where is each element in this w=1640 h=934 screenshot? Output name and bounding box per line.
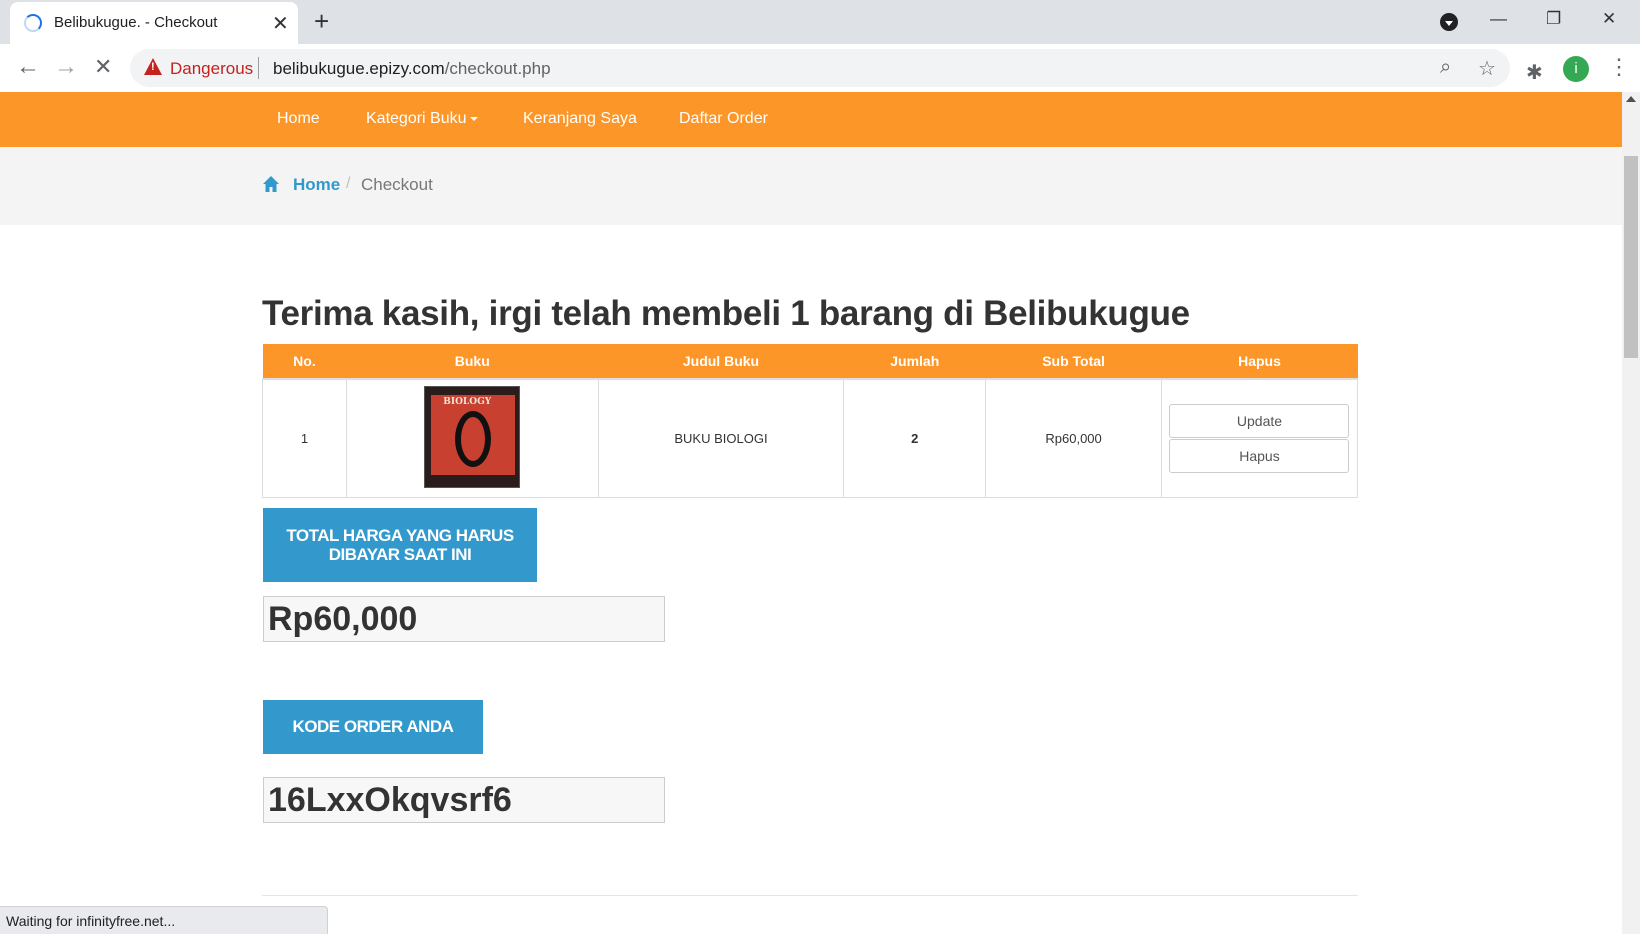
page-title: Terima kasih, irgi telah membeli 1 baran… <box>262 294 1190 333</box>
col-header-buku: Buku <box>346 344 599 378</box>
zoom-icon[interactable]: ⌕ <box>1440 56 1451 79</box>
browser-menu-icon[interactable]: ⋮ <box>1608 54 1630 80</box>
order-code-value: 16LxxOkqvsrf6 <box>263 777 665 823</box>
breadcrumb: Home / Checkout <box>0 147 1622 225</box>
breadcrumb-separator: / <box>346 175 351 192</box>
security-status[interactable]: Dangerous <box>170 59 253 79</box>
book-cover-title: BIOLOGY <box>443 396 492 407</box>
status-bubble: Waiting for infinityfree.net... <box>0 906 328 934</box>
table-row: 1 BIOLOGY BUKU BIOLOGI 2 Rp60,000 Update… <box>262 378 1359 498</box>
breadcrumb-home-link[interactable]: Home <box>293 175 340 195</box>
back-button[interactable]: ← <box>16 53 40 81</box>
url-path: /checkout.php <box>444 59 551 78</box>
col-header-no: No. <box>262 344 347 378</box>
col-header-subtotal: Sub Total <box>985 344 1162 378</box>
nav-home[interactable]: Home <box>277 110 320 128</box>
caret-down-icon <box>469 116 478 121</box>
extensions-icon[interactable]: ✱ <box>1526 60 1543 85</box>
site-navbar: Home Kategori Buku Keranjang Saya Daftar… <box>0 92 1622 147</box>
loading-spinner-icon <box>24 14 42 32</box>
page-viewport: Home Kategori Buku Keranjang Saya Daftar… <box>0 92 1622 934</box>
order-code-label: KODE ORDER ANDA <box>263 700 483 754</box>
col-header-hapus: Hapus <box>1161 344 1358 378</box>
new-tab-button[interactable]: + <box>314 6 329 37</box>
cell-title: BUKU BIOLOGI <box>597 378 845 498</box>
forward-button[interactable]: → <box>54 53 78 81</box>
browser-tab[interactable]: Belibukugue. - Checkout ✕ <box>10 2 298 44</box>
tab-close-icon[interactable]: ✕ <box>272 11 289 36</box>
total-label-line1: TOTAL HARGA YANG HARUS <box>286 526 514 545</box>
scrollbar-thumb[interactable] <box>1624 156 1638 358</box>
cart-table: No. Buku Judul Buku Jumlah Sub Total Hap… <box>262 344 1359 498</box>
total-price-label: TOTAL HARGA YANG HARUS DIBAYAR SAAT INI <box>263 508 537 582</box>
cell-no: 1 <box>262 378 347 498</box>
stop-loading-button[interactable]: ✕ <box>94 54 112 80</box>
warning-icon <box>144 58 162 75</box>
browser-tabstrip: Belibukugue. - Checkout ✕ + — ❐ ✕ <box>0 0 1640 44</box>
nav-kategori-buku[interactable]: Kategori Buku <box>366 110 478 128</box>
cell-actions: Update Hapus <box>1160 378 1359 498</box>
col-header-jumlah: Jumlah <box>843 344 986 378</box>
total-price-value: Rp60,000 <box>263 596 665 642</box>
tab-title: Belibukugue. - Checkout <box>54 14 218 31</box>
cart-header-row: No. Buku Judul Buku Jumlah Sub Total Hap… <box>262 344 1358 378</box>
address-bar[interactable]: Dangerous belibukugue.epizy.com/checkout… <box>130 49 1510 87</box>
cell-subtotal: Rp60,000 <box>985 378 1162 498</box>
scroll-up-arrow-icon[interactable] <box>1626 96 1636 102</box>
page-scrollbar[interactable] <box>1622 92 1640 934</box>
url-text[interactable]: belibukugue.epizy.com/checkout.php <box>273 59 551 79</box>
divider <box>262 895 1358 896</box>
col-header-judul: Judul Buku <box>598 344 844 378</box>
url-domain: belibukugue.epizy.com <box>273 59 445 78</box>
cell-book-image: BIOLOGY <box>345 378 599 498</box>
book-cover-illustration <box>455 410 492 467</box>
book-cover-image: BIOLOGY <box>424 385 521 488</box>
browser-toolbar: ← → ✕ Dangerous belibukugue.epizy.com/ch… <box>0 44 1640 92</box>
minimize-button[interactable]: — <box>1490 9 1507 29</box>
update-button[interactable]: Update <box>1169 403 1350 438</box>
nav-keranjang-saya[interactable]: Keranjang Saya <box>523 110 637 128</box>
nav-kategori-label: Kategori Buku <box>366 110 467 127</box>
nav-daftar-order[interactable]: Daftar Order <box>679 110 768 128</box>
bookmark-star-icon[interactable]: ☆ <box>1478 56 1496 81</box>
total-label-line2: DIBAYAR SAAT INI <box>328 545 472 564</box>
profile-avatar[interactable]: i <box>1563 56 1589 82</box>
tab-search-icon[interactable] <box>1440 13 1458 31</box>
cell-qty: 2 <box>843 378 987 498</box>
restore-button[interactable]: ❐ <box>1546 9 1561 29</box>
delete-button[interactable]: Hapus <box>1169 438 1350 473</box>
home-icon[interactable] <box>262 175 280 193</box>
omnibox-separator <box>258 57 259 79</box>
breadcrumb-current: Checkout <box>361 175 433 194</box>
close-window-button[interactable]: ✕ <box>1602 9 1616 29</box>
